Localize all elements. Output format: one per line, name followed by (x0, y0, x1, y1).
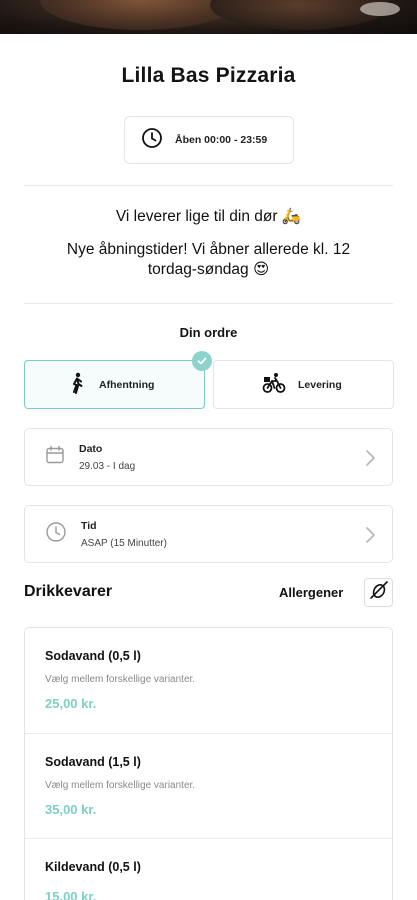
delivery-announcement: Vi leverer lige til din dør 🛵 (115, 208, 302, 225)
hours-announcement-line2: tordag-søndag 😍 (147, 261, 270, 278)
allergens-button[interactable] (364, 578, 393, 607)
order-section-label: Din ordre (179, 325, 238, 340)
category-title: Drikkevarer (24, 583, 113, 600)
time-value: ASAP (15 Minutter) (81, 537, 167, 549)
delivery-option-label: Levering (298, 378, 342, 391)
hero-banner-image (0, 0, 417, 34)
clock-icon (45, 521, 67, 548)
menu-item-name: Sodavand (1,5 l) (45, 755, 141, 769)
time-label: Tid (81, 519, 97, 532)
allergen-icon (369, 580, 389, 605)
menu-item-name: Sodavand (0,5 l) (45, 649, 141, 663)
opening-hours-badge: Åben 00:00 - 23:59 (124, 116, 294, 164)
bicycle-delivery-icon (262, 372, 286, 397)
pickup-option-button[interactable]: Afhentning (24, 360, 205, 409)
menu-item-name: Kildevand (0,5 l) (45, 860, 141, 874)
chevron-right-icon (364, 449, 376, 472)
calendar-icon (45, 445, 65, 470)
hours-announcement-line1: Nye åbningstider! Vi åbner allerede kl. … (66, 241, 351, 258)
date-value: 29.03 - I dag (79, 460, 136, 472)
date-label: Dato (79, 442, 103, 455)
menu-item[interactable]: Sodavand (1,5 l) Vælg mellem forskellige… (25, 733, 392, 838)
chevron-right-icon (364, 526, 376, 549)
menu-item[interactable]: Kildevand (0,5 l) 15,00 kr. (25, 838, 392, 900)
restaurant-name: Lilla Bas Pizzaria (121, 64, 296, 87)
walking-person-icon (67, 372, 87, 397)
menu-item-price: 25,00 kr. (45, 696, 97, 711)
selected-check-icon (192, 351, 212, 371)
delivery-option-button[interactable]: Levering (213, 360, 394, 409)
menu-item-description: Vælg mellem forskellige varianter. (45, 780, 196, 791)
divider (24, 185, 393, 186)
clock-icon (141, 127, 163, 154)
time-selector[interactable]: Tid ASAP (15 Minutter) (24, 505, 393, 563)
divider (24, 303, 393, 304)
menu-item-description: Vælg mellem forskellige varianter. (45, 674, 196, 685)
opening-hours-text: Åben 00:00 - 23:59 (175, 134, 268, 146)
menu-list: Sodavand (0,5 l) Vælg mellem forskellige… (24, 627, 393, 900)
menu-item-price: 15,00 kr. (45, 889, 97, 900)
pickup-option-label: Afhentning (99, 378, 155, 391)
menu-item-price: 35,00 kr. (45, 802, 97, 817)
allergens-link[interactable]: Allergener (279, 585, 343, 600)
menu-item[interactable]: Sodavand (0,5 l) Vælg mellem forskellige… (25, 628, 392, 733)
date-selector[interactable]: Dato 29.03 - I dag (24, 428, 393, 486)
